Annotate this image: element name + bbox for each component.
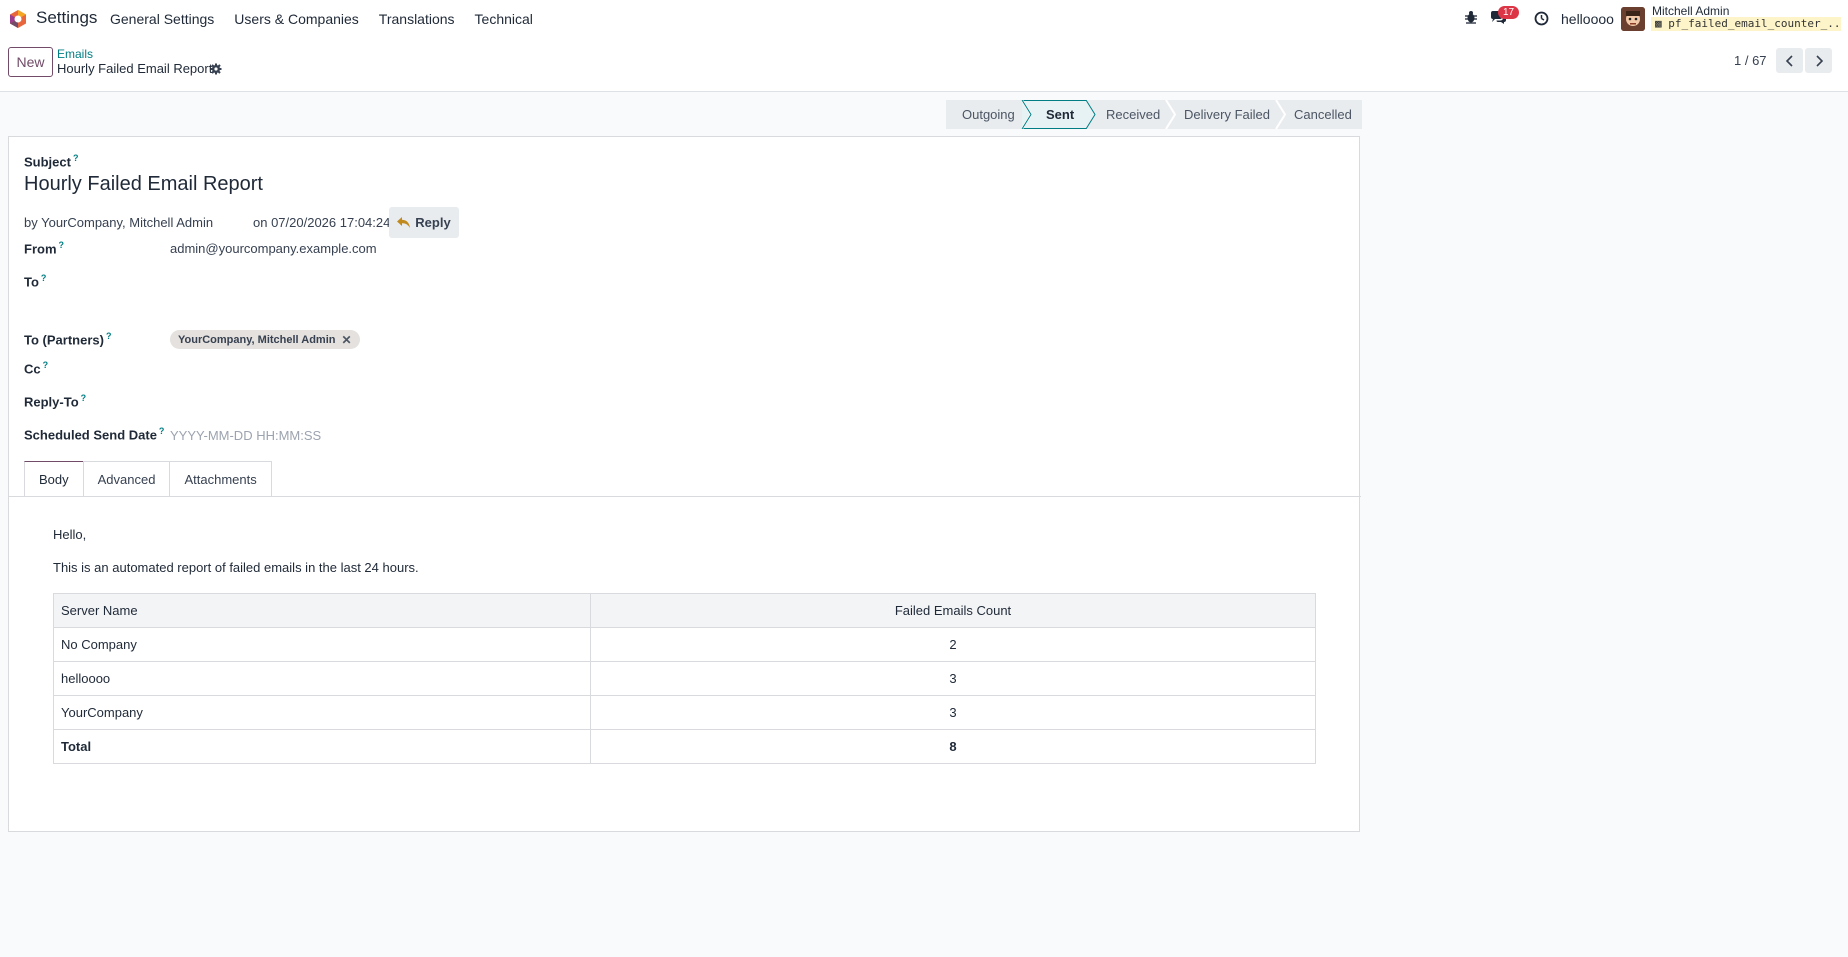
tab-body[interactable]: Body bbox=[24, 461, 84, 496]
failed-count-cell: 3 bbox=[590, 695, 1316, 730]
menu-users-companies[interactable]: Users & Companies bbox=[234, 11, 359, 27]
close-icon[interactable]: ✕ bbox=[341, 333, 351, 347]
partner-tag[interactable]: YourCompany, Mitchell Admin ✕ bbox=[170, 330, 360, 349]
notebook-tabs: Body Advanced Attachments bbox=[24, 461, 272, 496]
to-label-text: To bbox=[24, 274, 39, 290]
server-name-cell: helloooo bbox=[53, 661, 591, 696]
server-name-cell: YourCompany bbox=[53, 695, 591, 730]
author-line: by YourCompany, Mitchell Admin bbox=[24, 215, 214, 230]
pager-next-button[interactable] bbox=[1805, 48, 1832, 73]
body-intro: This is an automated report of failed em… bbox=[53, 560, 419, 575]
chevron-right-icon bbox=[1815, 54, 1823, 67]
control-panel: New Emails Hourly Failed Email Report 1 … bbox=[0, 37, 1848, 92]
help-icon[interactable]: ? bbox=[59, 240, 65, 250]
status-arrows bbox=[1021, 100, 1287, 129]
breadcrumb-emails[interactable]: Emails bbox=[57, 47, 93, 61]
to-label: To? bbox=[24, 273, 46, 289]
reply-to-label-text: Reply-To bbox=[24, 394, 79, 410]
database-name-text: pf_failed_email_counter_... bbox=[1668, 17, 1841, 30]
chevron-left-icon bbox=[1785, 54, 1793, 67]
from-label: From? bbox=[24, 240, 64, 256]
help-icon[interactable]: ? bbox=[159, 426, 165, 436]
table-row: YourCompany 3 bbox=[53, 695, 1316, 730]
from-field[interactable]: admin@yourcompany.example.com bbox=[170, 241, 377, 256]
to-partners-label-text: To (Partners) bbox=[24, 332, 104, 348]
column-header-server-name: Server Name bbox=[53, 593, 591, 628]
reply-to-label: Reply-To? bbox=[24, 393, 86, 409]
app-title[interactable]: Settings bbox=[36, 8, 97, 28]
table-row: helloooo 3 bbox=[53, 661, 1316, 696]
pager-value[interactable]: 1 / 67 bbox=[1734, 53, 1767, 68]
bug-icon[interactable] bbox=[1464, 10, 1478, 24]
cc-label-text: Cc bbox=[24, 361, 41, 377]
main-menu: General Settings Users & Companies Trans… bbox=[110, 11, 553, 27]
body-greeting: Hello, bbox=[53, 527, 87, 542]
table-total-row: Total 8 bbox=[53, 729, 1316, 764]
reply-button-label: Reply bbox=[415, 215, 451, 230]
scheduled-date-label-text: Scheduled Send Date bbox=[24, 427, 157, 443]
app-logo-icon[interactable] bbox=[8, 9, 28, 29]
top-navbar: Settings General Settings Users & Compan… bbox=[0, 0, 1848, 37]
failed-emails-table: Server Name Failed Emails Count No Compa… bbox=[53, 593, 1316, 764]
menu-general-settings[interactable]: General Settings bbox=[110, 11, 214, 27]
total-count-cell: 8 bbox=[590, 729, 1316, 764]
form-sheet: Subject? Hourly Failed Email Report by Y… bbox=[8, 136, 1361, 832]
to-partners-label: To (Partners)? bbox=[24, 331, 111, 347]
help-icon[interactable]: ? bbox=[41, 273, 47, 283]
help-icon[interactable]: ? bbox=[81, 393, 87, 403]
tab-attachments[interactable]: Attachments bbox=[169, 461, 272, 496]
server-name-cell: No Company bbox=[53, 627, 591, 662]
tab-divider bbox=[9, 496, 1361, 497]
help-icon[interactable]: ? bbox=[43, 360, 49, 370]
message-count-badge: 17 bbox=[1498, 6, 1520, 19]
reply-icon bbox=[397, 217, 411, 228]
table-row: No Company 2 bbox=[53, 627, 1316, 662]
clock-icon[interactable] bbox=[1534, 11, 1549, 26]
menu-translations[interactable]: Translations bbox=[379, 11, 455, 27]
column-header-failed-count: Failed Emails Count bbox=[590, 593, 1316, 628]
user-avatar[interactable] bbox=[1621, 7, 1645, 31]
failed-count-cell: 2 bbox=[590, 627, 1316, 662]
total-label-cell: Total bbox=[53, 729, 591, 764]
subject-label-text: Subject bbox=[24, 154, 71, 170]
company-switcher[interactable]: helloooo bbox=[1561, 11, 1614, 27]
scheduled-date-label: Scheduled Send Date? bbox=[24, 426, 164, 442]
from-label-text: From bbox=[24, 241, 57, 257]
subject-value[interactable]: Hourly Failed Email Report bbox=[24, 173, 263, 196]
subject-label: Subject? bbox=[24, 153, 78, 169]
menu-technical[interactable]: Technical bbox=[475, 11, 533, 27]
cc-label: Cc? bbox=[24, 360, 48, 376]
gear-icon[interactable] bbox=[210, 63, 222, 75]
scheduled-date-input[interactable]: YYYY-MM-DD HH:MM:SS bbox=[170, 428, 321, 443]
new-button[interactable]: New bbox=[8, 47, 53, 77]
help-icon[interactable]: ? bbox=[106, 331, 112, 341]
date-line: on 07/20/2026 17:04:24 bbox=[253, 215, 391, 230]
database-name: ▩ pf_failed_email_counter_... bbox=[1651, 17, 1841, 31]
help-icon[interactable]: ? bbox=[73, 153, 79, 163]
partner-tag-label: YourCompany, Mitchell Admin bbox=[178, 333, 336, 346]
failed-count-cell: 3 bbox=[590, 661, 1316, 696]
breadcrumb-current: Hourly Failed Email Report bbox=[57, 61, 213, 76]
reply-button[interactable]: Reply bbox=[389, 207, 459, 238]
pager-previous-button[interactable] bbox=[1776, 48, 1803, 73]
tab-advanced[interactable]: Advanced bbox=[82, 461, 171, 496]
user-name[interactable]: Mitchell Admin bbox=[1652, 4, 1729, 18]
table-header-row: Server Name Failed Emails Count bbox=[53, 593, 1316, 628]
